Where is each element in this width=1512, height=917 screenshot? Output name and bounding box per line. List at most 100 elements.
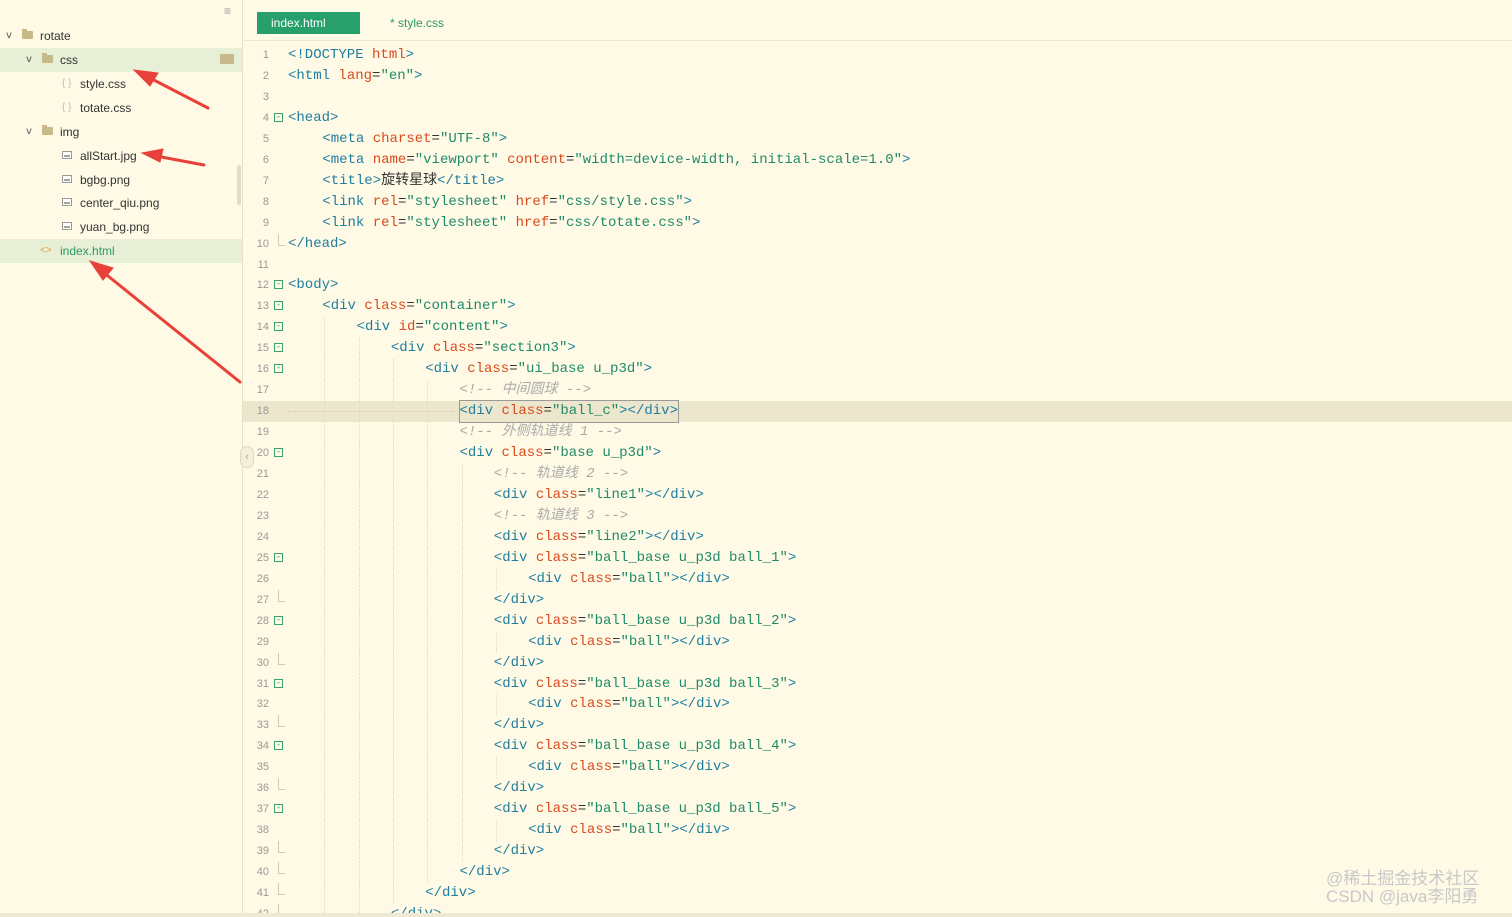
indent-guide — [392, 799, 394, 821]
code-line[interactable]: 33 </div> — [243, 715, 1512, 737]
code-line[interactable]: 26 <div class="ball"></div> — [243, 568, 1512, 590]
code-line[interactable]: 21 <!-- 轨道线 2 --> — [243, 464, 1512, 485]
fold-toggle-icon[interactable]: - — [274, 112, 283, 122]
code-line[interactable]: 19 <!-- 外侧轨道线 1 --> — [243, 422, 1512, 444]
code-line[interactable]: 25- <div class="ball_base u_p3d ball_1"> — [243, 547, 1512, 569]
fold-toggle-icon[interactable]: - — [274, 448, 283, 458]
chevron-down-icon[interactable]: v — [26, 120, 32, 144]
indent-guide — [392, 757, 394, 779]
code-line[interactable]: 14- <div id="content"> — [243, 317, 1512, 339]
line-number: 20 — [256, 447, 269, 460]
code-line[interactable]: 28- <div class="ball_base u_p3d ball_2"> — [243, 610, 1512, 632]
indent-guide — [358, 736, 360, 758]
tree-item-label: center_qiu.png — [80, 196, 160, 210]
code-line[interactable]: 22 <div class="line1"></div> — [243, 484, 1512, 506]
code-text: <div class="ball_base u_p3d ball_4"> — [494, 736, 796, 757]
code-line[interactable]: 38 <div class="ball"></div> — [243, 820, 1512, 842]
code-editor[interactable]: 1 <!DOCTYPE html> 2 <html lang="en"> 3 4- <hea… — [243, 40, 1512, 913]
folder-icon — [22, 29, 33, 39]
tree-item-allstart-jpg[interactable]: allStart.jpg — [0, 144, 242, 168]
line-number: 38 — [256, 824, 269, 837]
tree-item-rotate[interactable]: v rotate — [0, 24, 242, 48]
code-line[interactable]: 12- <body> — [243, 275, 1512, 296]
code-line[interactable]: 7 <title>旋转星球</title> — [243, 171, 1512, 192]
code-line[interactable]: 9 <link rel="stylesheet" href="css/totate… — [243, 213, 1512, 234]
code-line[interactable]: 42 </div> — [243, 903, 1512, 913]
tag-token: <body> — [288, 277, 339, 294]
fold-toggle-icon[interactable]: - — [274, 678, 283, 688]
code-line[interactable]: 31- <div class="ball_base u_p3d ball_3"> — [243, 673, 1512, 695]
fold-toggle-icon[interactable]: - — [274, 322, 283, 332]
code-line[interactable]: 23 <!-- 轨道线 3 --> — [243, 505, 1512, 527]
folder-icon[interactable] — [220, 54, 234, 64]
line-number: 9 — [262, 216, 269, 229]
code-line[interactable]: 5 <meta charset="UTF-8"> — [243, 129, 1512, 150]
code-text: <div class="ball"></div> — [528, 694, 730, 715]
fold-toggle-icon[interactable]: - — [274, 364, 283, 374]
code-line[interactable]: 3 — [243, 87, 1512, 108]
fold-toggle-icon[interactable]: - — [274, 301, 283, 311]
line-number: 34 — [256, 740, 269, 753]
file-explorer: ≡ v rotate v css{ } style.css{ } totate.css v i… — [0, 0, 243, 913]
tree-item-center-qiu-png[interactable]: center_qiu.png — [0, 191, 242, 215]
sidebar-scrollbar[interactable] — [237, 165, 241, 205]
code-line[interactable]: 16- <div class="ui_base u_p3d"> — [243, 359, 1512, 381]
fold-toggle-icon[interactable]: - — [274, 804, 283, 814]
code-line[interactable]: 24 <div class="line2"></div> — [243, 526, 1512, 548]
tree-item-index-html[interactable]: <> index.html — [0, 239, 242, 263]
code-line[interactable]: 20- <div class="base u_p3d"> — [243, 443, 1512, 465]
code-line[interactable]: 6 <meta name="viewport" content="width=de… — [243, 150, 1512, 171]
tree-item-yuan-bg-png[interactable]: yuan_bg.png — [0, 215, 242, 239]
code-line[interactable]: 17 <!-- 中间圆球 --> — [243, 380, 1512, 402]
indent-guide — [427, 757, 429, 779]
tag-token: <title> — [322, 172, 382, 189]
line-number: 10 — [256, 237, 269, 250]
code-line[interactable]: 2 <html lang="en"> — [243, 66, 1512, 87]
fold-toggle-icon[interactable]: - — [274, 552, 283, 562]
code-line[interactable]: 29 <div class="ball"></div> — [243, 631, 1512, 653]
code-line[interactable]: 27 </div> — [243, 589, 1512, 611]
indent-guide — [392, 673, 394, 695]
code-line[interactable]: 10 </head> — [243, 233, 1512, 255]
fold-toggle-icon[interactable]: - — [274, 280, 283, 290]
fold-toggle-icon[interactable]: - — [274, 343, 283, 353]
text-token: = — [612, 822, 621, 839]
string-token: "ball_base u_p3d ball_2" — [586, 612, 788, 629]
code-line[interactable]: 32 <div class="ball"></div> — [243, 694, 1512, 716]
line-number: 33 — [256, 719, 269, 732]
code-line[interactable]: 11 — [243, 255, 1512, 276]
code-line[interactable]: 8 <link rel="stylesheet" href="css/style.… — [243, 192, 1512, 213]
fold-toggle-icon[interactable]: - — [274, 741, 283, 751]
tab-index-html[interactable]: index.html — [257, 12, 360, 34]
fold-toggle-icon[interactable]: - — [274, 615, 283, 625]
tree-item-img[interactable]: v img — [0, 120, 242, 144]
code-line[interactable]: 15- <div class="section3"> — [243, 338, 1512, 360]
chevron-down-icon[interactable]: v — [26, 48, 32, 72]
tree-item-style-css[interactable]: { } style.css — [0, 72, 242, 96]
tree-item-css[interactable]: v css — [0, 48, 242, 72]
indent-guide — [358, 547, 360, 569]
code-line[interactable]: 41 </div> — [243, 883, 1512, 904]
code-line[interactable]: 30 </div> — [243, 652, 1512, 674]
code-line[interactable]: 34- <div class="ball_base u_p3d ball_4"> — [243, 736, 1512, 758]
code-line[interactable]: 4- <head> — [243, 108, 1512, 129]
code-line[interactable]: 1 <!DOCTYPE html> — [243, 45, 1512, 66]
code-line[interactable]: 35 <div class="ball"></div> — [243, 757, 1512, 779]
tree-item-bgbg-png[interactable]: bgbg.png — [0, 168, 242, 192]
code-line[interactable]: 18 <div class="ball_c"></div> — [243, 400, 1512, 424]
code-line[interactable]: 40 </div> — [243, 862, 1512, 884]
tree-item-totate-css[interactable]: { } totate.css — [0, 96, 242, 120]
code-line[interactable]: 13- <div class="container"> — [243, 296, 1512, 317]
fold-end-marker — [278, 652, 285, 665]
indent-guide — [427, 422, 429, 444]
chevron-down-icon[interactable]: v — [6, 24, 12, 48]
tag-token: <meta — [322, 151, 373, 168]
tree-item-label: yuan_bg.png — [80, 220, 150, 234]
tab-style-css[interactable]: * style.css — [390, 12, 444, 34]
menu-icon[interactable]: ≡ — [224, 5, 234, 17]
string-token: "ball" — [620, 696, 671, 713]
code-line[interactable]: 36 </div> — [243, 778, 1512, 800]
code-line[interactable]: 37- <div class="ball_base u_p3d ball_5"> — [243, 799, 1512, 821]
attribute-token: class — [535, 612, 578, 629]
code-line[interactable]: 39 </div> — [243, 841, 1512, 863]
